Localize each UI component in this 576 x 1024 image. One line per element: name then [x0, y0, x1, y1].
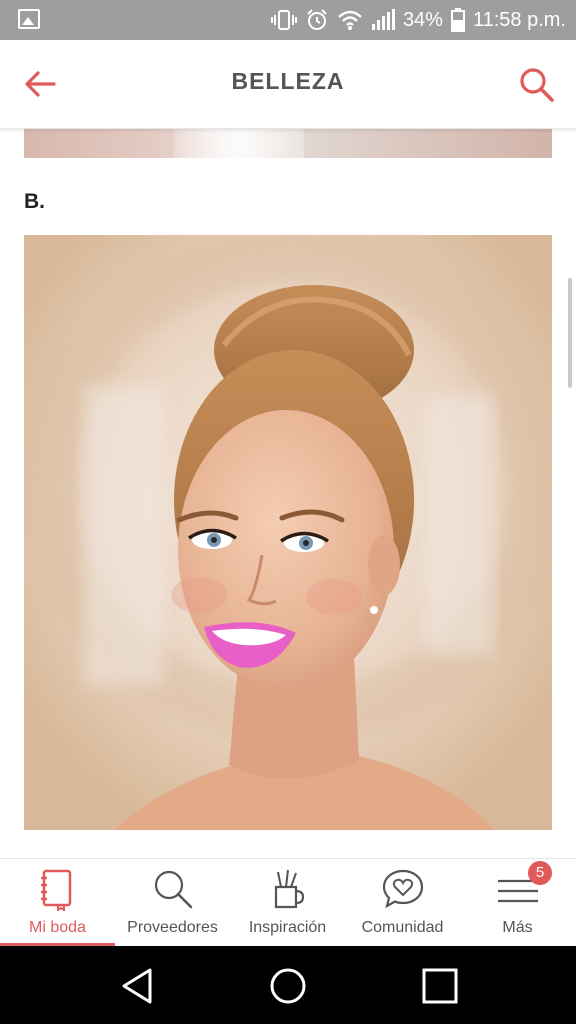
back-triangle-icon[interactable] — [116, 964, 160, 1008]
battery-icon — [450, 8, 465, 32]
vibrate-icon — [270, 10, 297, 30]
nav-item-mi-boda[interactable]: Mi boda — [0, 859, 115, 947]
status-time: 11:58 p.m. — [472, 8, 566, 31]
pencil-cup-icon — [274, 869, 304, 909]
nav-label-comunidad: Comunidad — [361, 919, 444, 936]
article-content[interactable]: B. — [0, 128, 576, 858]
bride-makeup-photo — [24, 235, 552, 830]
nav-item-mas[interactable]: 5 Más — [460, 859, 575, 947]
home-circle-icon[interactable] — [266, 964, 310, 1008]
bottom-navigation: Mi boda Proveedores Inspiración Comunida… — [0, 858, 576, 947]
nav-label-proveedores: Proveedores — [127, 919, 218, 936]
status-bar: 34% 11:58 p.m. — [0, 0, 576, 40]
heart-chat-icon — [382, 869, 423, 909]
scrollbar[interactable] — [568, 278, 572, 388]
notebook-icon — [40, 869, 71, 911]
alarm-icon — [307, 9, 327, 30]
notification-badge: 5 — [528, 861, 552, 885]
magnifier-icon — [154, 870, 192, 909]
nav-label-inspiracion: Inspiración — [248, 919, 327, 936]
battery-percentage: 34% — [402, 8, 443, 31]
nav-label-mas: Más — [502, 919, 533, 936]
gallery-notification-icon — [18, 9, 40, 29]
nav-label-mi-boda: Mi boda — [29, 919, 86, 936]
previous-photo — [24, 128, 552, 158]
nav-item-comunidad[interactable]: Comunidad — [345, 859, 460, 947]
signal-icon — [371, 9, 395, 30]
section-label: B. — [24, 190, 45, 213]
wifi-icon — [338, 10, 362, 30]
nav-item-proveedores[interactable]: Proveedores — [115, 859, 230, 947]
status-icons: 34% 11:58 p.m. — [270, 6, 566, 34]
nav-item-inspiracion[interactable]: Inspiración — [230, 859, 345, 947]
page-title: BELLEZA — [231, 68, 345, 94]
search-icon[interactable] — [518, 66, 556, 104]
recents-square-icon[interactable] — [418, 964, 462, 1008]
app-bar: BELLEZA — [0, 40, 576, 129]
system-navigation-bar — [0, 946, 576, 1024]
